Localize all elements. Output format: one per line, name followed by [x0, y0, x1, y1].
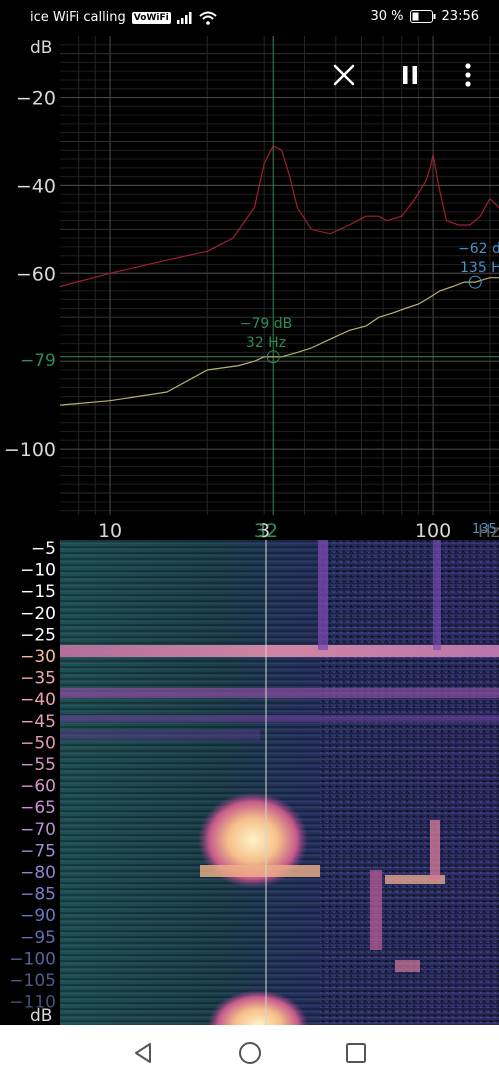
status-bar: ice WiFi calling VoWiFi 30 % 23:56	[0, 0, 499, 36]
clock: 23:56	[441, 9, 479, 24]
back-triangle-icon	[135, 1043, 151, 1063]
spectrogram-db-label: −55	[20, 755, 56, 775]
spectrogram-db-label: −15	[20, 582, 56, 602]
spectrogram-db-label: −45	[20, 712, 56, 732]
home-button[interactable]	[236, 1039, 264, 1067]
status-left: ice WiFi calling VoWiFi	[30, 10, 217, 25]
spectrogram-db-label: −75	[20, 841, 56, 861]
spectrogram-db-label: −35	[20, 669, 56, 689]
spectrogram-db-label: −5	[31, 540, 56, 559]
signal-icon	[176, 11, 192, 24]
close-button[interactable]	[327, 58, 361, 92]
back-button[interactable]	[130, 1039, 158, 1067]
y-tick-label: −100	[4, 439, 56, 461]
vowifi-badge: VoWiFi	[131, 11, 171, 24]
spectrogram-db-label: −20	[20, 604, 56, 624]
spectrum-graph[interactable]: dB −20 −40 −60 −100 10 3 100 −79 dB 32 Hz −62…	[0, 36, 499, 542]
spectrogram-db-label: −100	[9, 949, 56, 969]
spectrogram-db-label: −30	[20, 647, 56, 667]
spectrogram-db-label: −90	[20, 906, 56, 926]
spectrogram-db-label: −65	[20, 798, 56, 818]
wifi-icon	[199, 11, 217, 25]
spectrogram-db-label: −80	[20, 863, 56, 883]
spectrogram-db-label: −60	[20, 777, 56, 797]
carrier-label: ice WiFi calling	[30, 10, 126, 25]
spectrogram-db-label: −10	[20, 561, 56, 581]
battery-percent: 30 %	[370, 9, 404, 24]
marker-2-db: −62 d	[458, 241, 499, 257]
spectrogram-canvas: −5−10−15−20−25−30−35−40−45−50−55−60−65−7…	[9, 539, 499, 1060]
spectrogram-db-label: −95	[20, 928, 56, 948]
spectrogram-db-label: −25	[20, 625, 56, 645]
status-right: 30 % 23:56	[371, 9, 480, 24]
spectrogram-db-label: −85	[20, 885, 56, 905]
marker-1-hz: 32 Hz	[246, 335, 286, 351]
spectrogram[interactable]: −5 −10 −15 −20 −25 −30 −35 −40 −45 −50 −55 −60 −65 −7…	[0, 539, 499, 1060]
spectrum-plot: dB −20−40−60−100 10 3 100 −79 dB 32 Hz −62…	[4, 36, 499, 542]
pause-button[interactable]	[393, 58, 427, 92]
spectrogram-db-label: −50	[20, 733, 56, 753]
recents-button[interactable]	[342, 1039, 370, 1067]
battery-icon	[409, 10, 436, 23]
home-circle-icon	[239, 1042, 261, 1064]
cursor-x-label: 32	[254, 520, 278, 540]
graph-unit-label: dB	[30, 38, 52, 58]
recents-square-icon	[346, 1043, 366, 1063]
y-tick-label: −20	[16, 88, 56, 110]
x-unit-label: Hz	[478, 522, 499, 540]
x-tick-label: 10	[98, 520, 122, 540]
spectrogram-db-label: −70	[20, 820, 56, 840]
more-vertical-icon	[465, 63, 471, 87]
system-nav-bar	[0, 1025, 499, 1080]
y-tick-label: −40	[16, 175, 56, 197]
close-icon	[333, 64, 355, 86]
more-options-button[interactable]	[451, 58, 485, 92]
pause-icon	[403, 66, 417, 84]
x-tick-label: 100	[415, 520, 451, 540]
cursor-y-label: −79	[20, 351, 56, 371]
spectrogram-db-label: −105	[9, 971, 56, 991]
y-tick-label: −60	[16, 263, 56, 285]
marker-1-db: −79 dB	[240, 316, 293, 332]
spectrogram-db-label: −40	[20, 690, 56, 710]
marker-2-hz: 135 H	[460, 260, 499, 276]
spectrogram-unit-label: dB	[30, 1006, 52, 1025]
